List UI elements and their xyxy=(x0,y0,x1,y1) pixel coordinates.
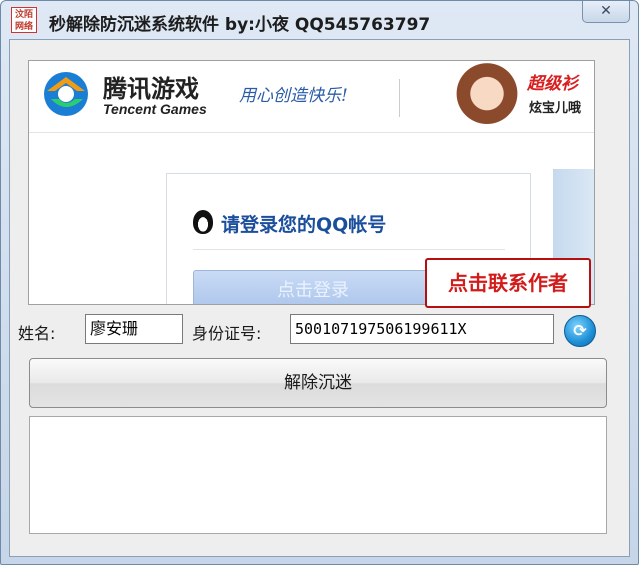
banner-divider xyxy=(399,79,400,117)
name-input[interactable]: 廖安珊 xyxy=(85,314,183,344)
brand-chinese-name: 腾讯游戏 xyxy=(103,75,199,103)
client-area: 腾讯游戏 Tencent Games 用心创造快乐! 超级衫 炫宝儿哦 请登录您… xyxy=(9,39,630,557)
close-button[interactable]: ✕ xyxy=(582,1,630,23)
login-divider xyxy=(193,249,505,250)
contact-author-button[interactable]: 点击联系作者 xyxy=(425,258,591,308)
tencent-banner: 腾讯游戏 Tencent Games 用心创造快乐! 超级衫 炫宝儿哦 xyxy=(29,61,594,133)
promo-character-image xyxy=(447,63,527,131)
login-title: 请登录您的QQ帐号 xyxy=(221,214,387,236)
tencent-games-logo-icon xyxy=(44,72,88,116)
window-title: 秒解除防沉迷系统软件 by:小夜 QQ545763797 xyxy=(49,15,431,35)
name-label: 姓名: xyxy=(18,324,56,343)
app-logo-icon: 汶陌网络 xyxy=(11,7,37,33)
qq-login-button[interactable]: 点击登录 xyxy=(193,270,433,304)
qq-penguin-icon xyxy=(193,210,213,234)
unlock-addiction-button[interactable]: 解除沉迷 xyxy=(29,358,607,408)
title-bar[interactable]: 汶陌网络 秒解除防沉迷系统软件 by:小夜 QQ545763797 ✕ xyxy=(1,1,638,39)
identity-form-row: 姓名: 廖安珊 身份证号: 500107197506199611X ⟳ xyxy=(18,313,618,347)
app-window: 汶陌网络 秒解除防沉迷系统软件 by:小夜 QQ545763797 ✕ 腾讯游戏… xyxy=(0,0,639,565)
id-number-input[interactable]: 500107197506199611X xyxy=(290,314,554,344)
id-number-label: 身份证号: xyxy=(192,324,262,343)
output-log-textarea[interactable] xyxy=(29,416,607,534)
promo-title: 超级衫 xyxy=(527,74,578,94)
refresh-icon[interactable]: ⟳ xyxy=(564,315,596,347)
brand-slogan: 用心创造快乐! xyxy=(239,86,348,106)
promo-subtitle: 炫宝儿哦 xyxy=(529,101,582,116)
brand-english-name: Tencent Games xyxy=(103,101,207,117)
